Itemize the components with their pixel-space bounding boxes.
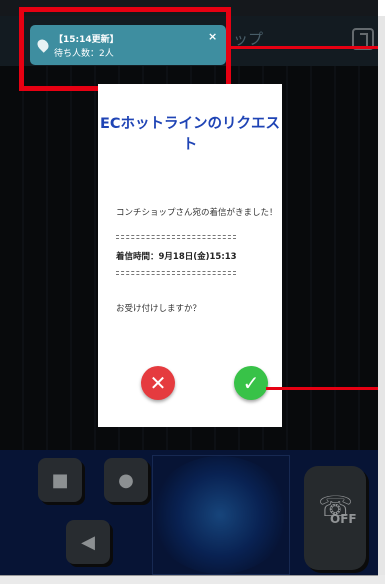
dialog-question: お受け付けしますか？	[116, 304, 202, 314]
dialog-call-time: 着信時間：9月18日(金)15:13	[116, 252, 237, 262]
dialog-message: コンチショップさん宛の着信がきました！	[116, 208, 278, 218]
annotation-pointer-line	[226, 46, 378, 49]
dialog-separator	[116, 235, 236, 239]
phone-screen: コンチショップ ■ ● ◀ ☏ OFF 【15:14更新】 待ち人数：2人 × …	[0, 0, 385, 584]
annotation-pointer-line	[266, 387, 378, 390]
dialog-separator	[116, 271, 236, 275]
incoming-request-dialog: ECホットラインのリクエスト コンチショップさん宛の着信がきました！ 着信時間：…	[98, 84, 282, 427]
close-icon: ✕	[149, 371, 167, 395]
check-icon: ✓	[242, 371, 260, 395]
bottom-strip	[0, 575, 385, 584]
annotation-highlight-box	[19, 7, 231, 91]
scrollbar[interactable]	[378, 16, 385, 576]
reject-button[interactable]: ✕	[141, 366, 175, 400]
dialog-title: ECホットラインのリクエスト	[99, 116, 281, 153]
accept-button[interactable]: ✓	[234, 366, 268, 400]
